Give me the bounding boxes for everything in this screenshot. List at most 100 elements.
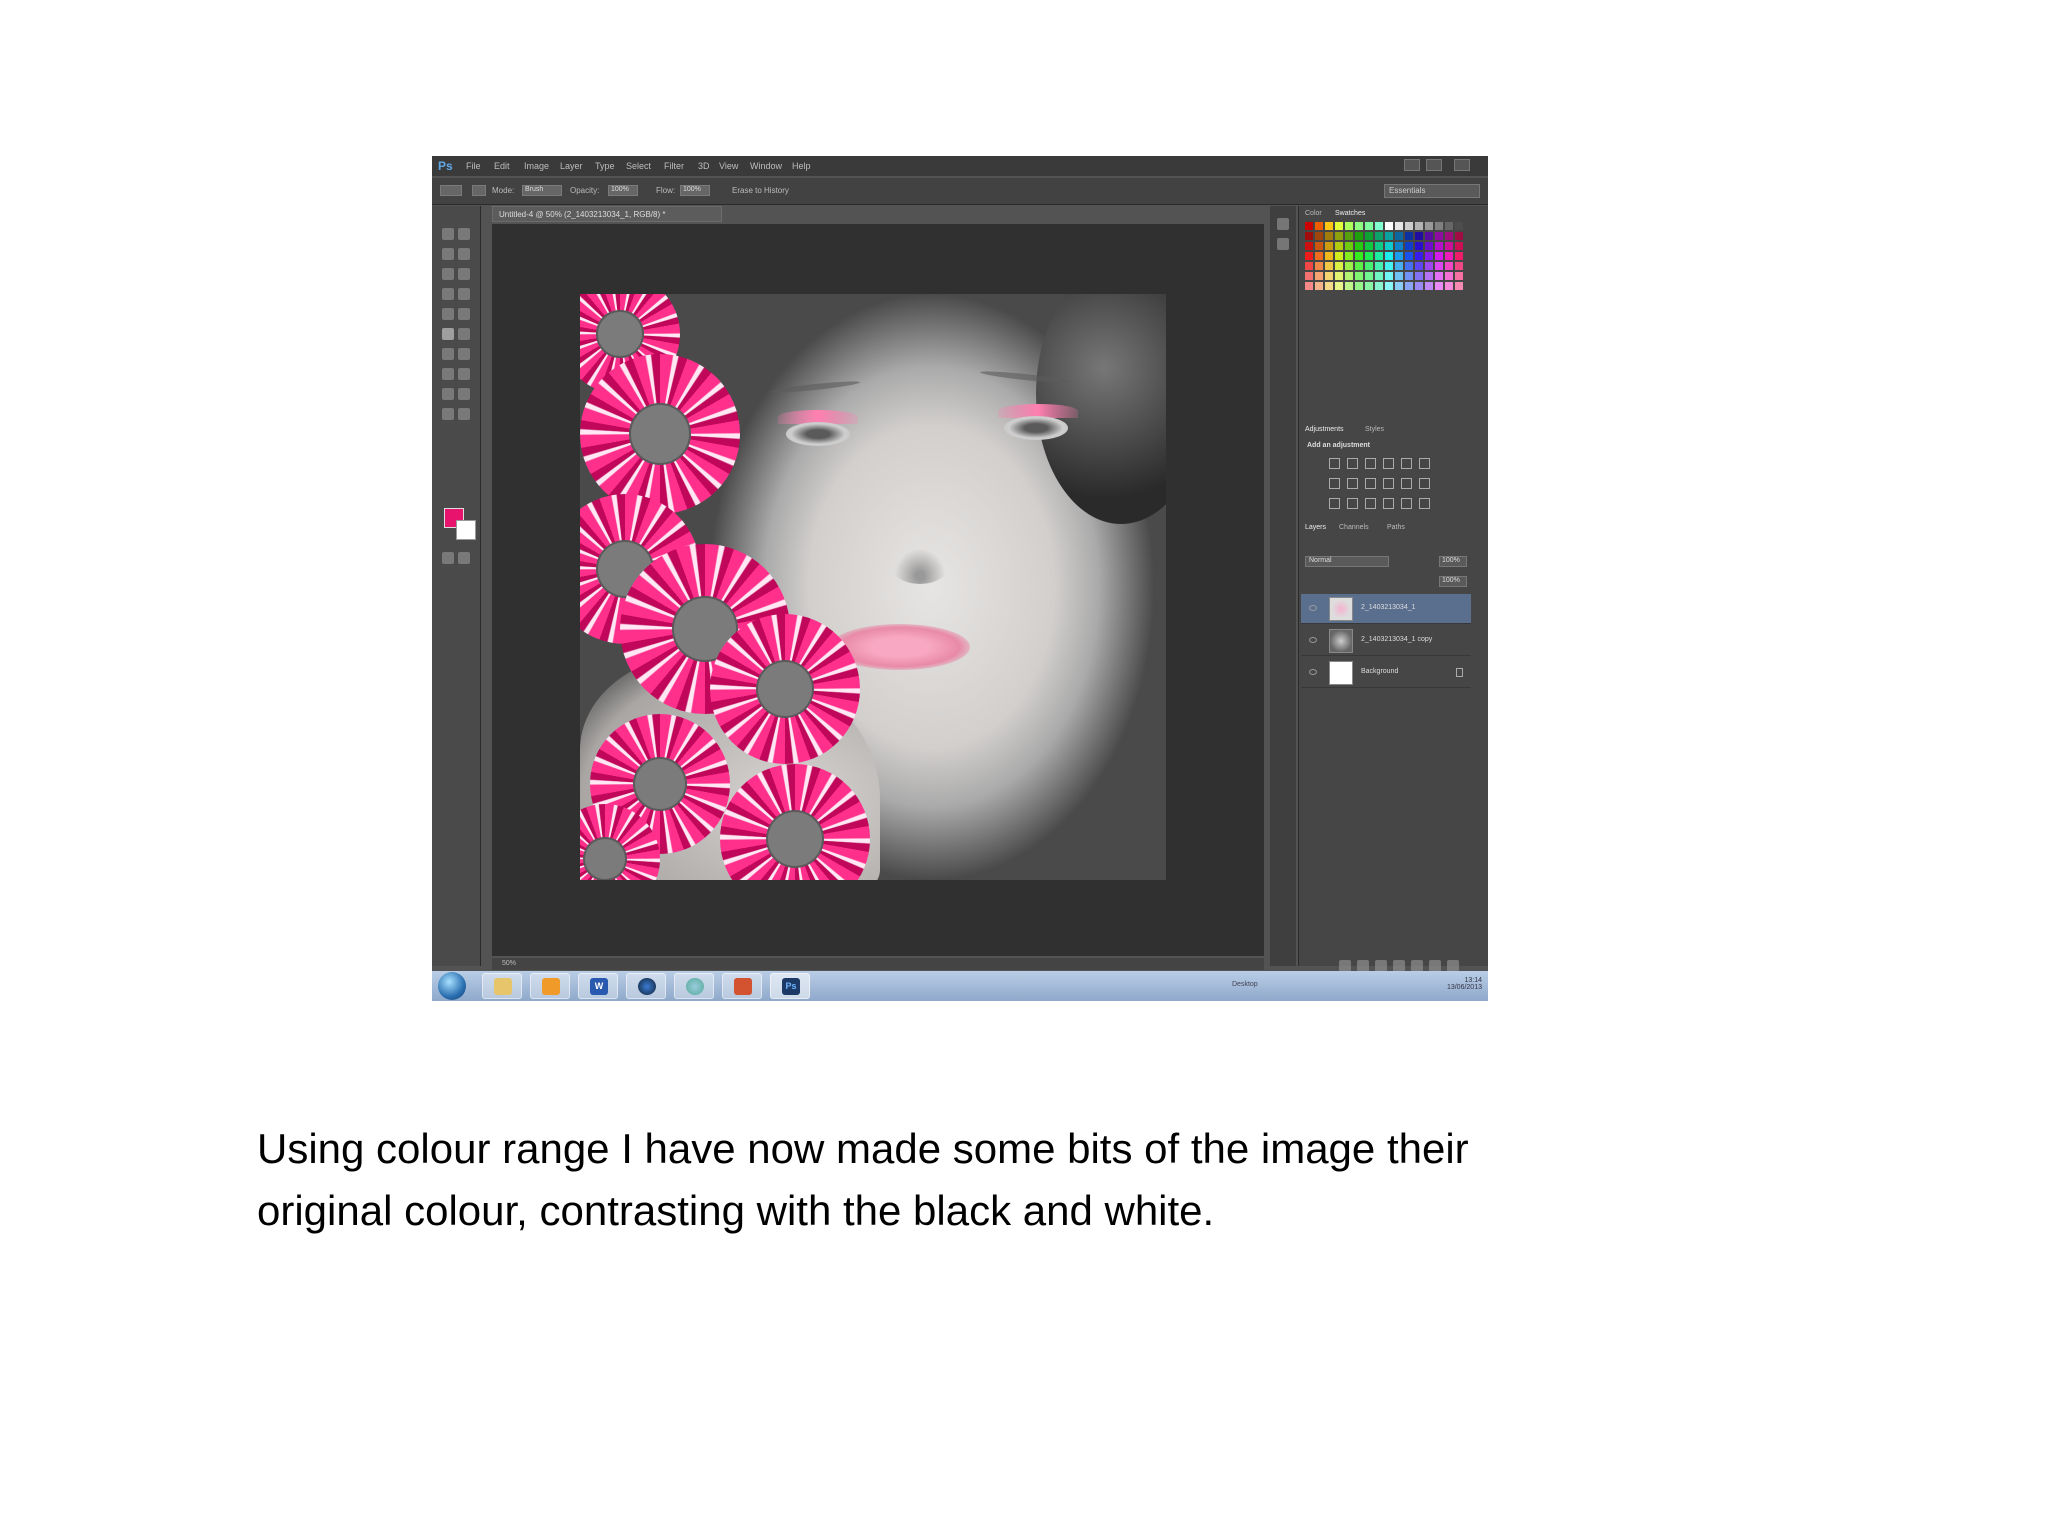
flow-field[interactable]: 100% [680, 185, 710, 196]
minimize-button[interactable] [1404, 159, 1420, 171]
swatch[interactable] [1455, 272, 1463, 280]
shape-tool-icon[interactable] [458, 388, 470, 400]
opacity-field[interactable]: 100% [608, 185, 638, 196]
swatch[interactable] [1315, 232, 1323, 240]
swatch[interactable] [1375, 242, 1383, 250]
zoom-tool-icon[interactable] [458, 408, 470, 420]
taskbar-outlook[interactable] [530, 973, 570, 999]
adjustment-icon[interactable] [1383, 478, 1394, 489]
swatch[interactable] [1335, 232, 1343, 240]
history-brush-tool-icon[interactable] [458, 308, 470, 320]
swatch[interactable] [1425, 252, 1433, 260]
history-panel-icon[interactable] [1277, 218, 1289, 230]
tab-paths[interactable]: Paths [1387, 524, 1405, 534]
swatch[interactable] [1375, 252, 1383, 260]
adjustment-icon[interactable] [1347, 458, 1358, 469]
swatch[interactable] [1455, 222, 1463, 230]
adjustment-icon[interactable] [1347, 478, 1358, 489]
menu-help[interactable]: Help [792, 161, 811, 171]
swatch[interactable] [1455, 262, 1463, 270]
swatch[interactable] [1365, 272, 1373, 280]
swatch[interactable] [1345, 252, 1353, 260]
swatch[interactable] [1435, 252, 1443, 260]
swatch[interactable] [1375, 282, 1383, 290]
move-tool-icon[interactable] [442, 228, 454, 240]
menu-image[interactable]: Image [524, 161, 549, 171]
close-button[interactable] [1454, 159, 1470, 171]
magic-wand-tool-icon[interactable] [458, 248, 470, 260]
layer-row[interactable]: 2_1403213034_1 [1301, 594, 1471, 624]
swatch[interactable] [1305, 282, 1313, 290]
swatch[interactable] [1315, 282, 1323, 290]
swatch[interactable] [1325, 252, 1333, 260]
swatch[interactable] [1355, 282, 1363, 290]
swatch[interactable] [1455, 242, 1463, 250]
swatch[interactable] [1325, 222, 1333, 230]
eye-icon[interactable] [1309, 605, 1317, 611]
swatch[interactable] [1435, 232, 1443, 240]
swatch[interactable] [1415, 232, 1423, 240]
swatch[interactable] [1355, 242, 1363, 250]
eyedropper-tool-icon[interactable] [458, 268, 470, 280]
swatch[interactable] [1385, 222, 1393, 230]
taskbar-chrome[interactable] [674, 973, 714, 999]
swatch[interactable] [1425, 222, 1433, 230]
menu-window[interactable]: Window [750, 161, 782, 171]
swatch[interactable] [1385, 262, 1393, 270]
swatch[interactable] [1355, 262, 1363, 270]
swatch[interactable] [1395, 272, 1403, 280]
swatch[interactable] [1435, 272, 1443, 280]
system-tray-clock[interactable]: 13:14 13/06/2013 [1447, 977, 1482, 991]
swatch[interactable] [1445, 282, 1453, 290]
blur-tool-icon[interactable] [442, 348, 454, 360]
swatch[interactable] [1345, 282, 1353, 290]
swatch[interactable] [1365, 242, 1373, 250]
swatch[interactable] [1335, 222, 1343, 230]
swatch[interactable] [1435, 222, 1443, 230]
swatch[interactable] [1385, 252, 1393, 260]
swatch[interactable] [1305, 242, 1313, 250]
menu-view[interactable]: View [719, 161, 738, 171]
swatch[interactable] [1345, 272, 1353, 280]
swatch[interactable] [1425, 272, 1433, 280]
eraser-tool-icon[interactable] [442, 328, 454, 340]
swatch[interactable] [1375, 232, 1383, 240]
hand-tool-icon[interactable] [442, 408, 454, 420]
swatch[interactable] [1415, 282, 1423, 290]
swatch[interactable] [1335, 252, 1343, 260]
swatch[interactable] [1425, 242, 1433, 250]
gradient-tool-icon[interactable] [458, 328, 470, 340]
adjustment-icon[interactable] [1329, 458, 1340, 469]
swatch[interactable] [1315, 242, 1323, 250]
swatch[interactable] [1335, 242, 1343, 250]
swatch[interactable] [1405, 242, 1413, 250]
quick-mask-icon[interactable] [442, 552, 454, 564]
swatch[interactable] [1395, 222, 1403, 230]
swatch[interactable] [1415, 222, 1423, 230]
swatch[interactable] [1415, 252, 1423, 260]
brush-tool-icon[interactable] [458, 288, 470, 300]
start-button-icon[interactable] [438, 972, 466, 1000]
swatch[interactable] [1385, 272, 1393, 280]
menu-3d[interactable]: 3D [698, 161, 710, 171]
background-color-swatch[interactable] [456, 520, 476, 540]
swatch[interactable] [1435, 242, 1443, 250]
swatch[interactable] [1355, 252, 1363, 260]
swatch[interactable] [1305, 232, 1313, 240]
tab-layers[interactable]: Layers [1305, 524, 1326, 534]
path-selection-tool-icon[interactable] [442, 388, 454, 400]
menu-type[interactable]: Type [595, 161, 615, 171]
swatch[interactable] [1365, 232, 1373, 240]
tab-channels[interactable]: Channels [1339, 524, 1369, 534]
tab-swatches[interactable]: Swatches [1335, 210, 1365, 220]
swatch[interactable] [1405, 252, 1413, 260]
brush-size-picker[interactable] [472, 185, 486, 196]
swatch[interactable] [1345, 262, 1353, 270]
swatch[interactable] [1455, 252, 1463, 260]
swatch[interactable] [1435, 262, 1443, 270]
adjustment-icon[interactable] [1329, 478, 1340, 489]
swatch[interactable] [1415, 242, 1423, 250]
swatch[interactable] [1335, 272, 1343, 280]
swatch[interactable] [1385, 242, 1393, 250]
swatch[interactable] [1405, 272, 1413, 280]
